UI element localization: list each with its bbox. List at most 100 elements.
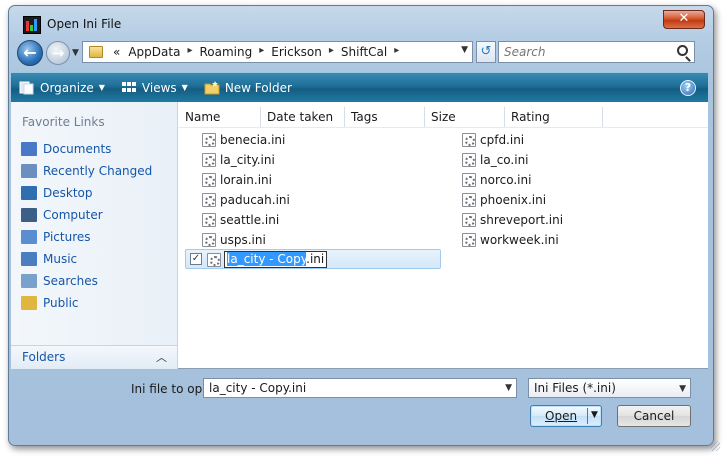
column-header-date-taken[interactable]: Date taken <box>261 107 345 127</box>
address-dropdown-icon[interactable]: ▼ <box>461 45 468 55</box>
file-item[interactable]: lorain.ini <box>201 170 272 189</box>
cancel-button[interactable]: Cancel <box>617 405 691 427</box>
recently-changed-icon <box>21 164 37 178</box>
file-name: cpfd.ini <box>480 132 525 147</box>
file-item[interactable]: la_city.ini <box>201 150 275 169</box>
app-icon <box>23 16 41 34</box>
pictures-icon <box>21 230 37 244</box>
column-header-size[interactable]: Size <box>425 107 505 127</box>
file-item[interactable]: norco.ini <box>461 170 531 189</box>
open-label: Open <box>545 409 578 423</box>
split-divider <box>587 408 588 424</box>
file-name: workweek.ini <box>480 232 559 247</box>
command-toolbar: Organize ▼ Views ▼ New Folder ? <box>11 72 708 102</box>
file-item[interactable]: shreveport.ini <box>461 210 563 229</box>
file-item[interactable]: phoenix.ini <box>461 190 546 209</box>
title-bar[interactable]: Open Ini File ✕ <box>9 6 713 36</box>
favorite-recently-changed[interactable]: Recently Changed <box>21 160 152 182</box>
search-input[interactable] <box>502 44 662 60</box>
breadcrumb: « AppData ▸ Roaming ▸ Erickson ▸ ShiftCa… <box>109 45 402 59</box>
desktop-icon <box>21 186 37 200</box>
folders-toggle[interactable]: Folders ︿ <box>11 345 177 369</box>
chevron-up-icon[interactable]: ︿ <box>156 349 167 365</box>
ini-file-icon <box>461 172 476 187</box>
favorite-pictures[interactable]: Pictures <box>21 226 152 248</box>
resize-grip[interactable] <box>710 441 720 451</box>
music-icon <box>21 252 37 266</box>
favorite-label: Recently Changed <box>43 164 153 178</box>
help-icon[interactable]: ? <box>680 80 696 96</box>
refresh-button[interactable]: ↺ <box>476 41 496 63</box>
ini-file-icon <box>461 132 476 147</box>
navigation-pane: Favorite Links Documents Recently Change… <box>11 102 178 369</box>
ini-file-icon <box>201 212 216 227</box>
new-folder-button[interactable]: New Folder <box>196 73 300 102</box>
file-name-value: la_city - Copy.ini <box>209 381 307 395</box>
file-name-combobox[interactable]: la_city - Copy.ini ▼ <box>203 378 517 398</box>
address-bar[interactable]: « AppData ▸ Roaming ▸ Erickson ▸ ShiftCa… <box>82 41 473 63</box>
ini-file-icon <box>461 192 476 207</box>
new-folder-label: New Folder <box>224 80 292 95</box>
file-type-filter-select[interactable]: Ini Files (*.ini) ▼ <box>528 378 691 398</box>
file-name: la_city.ini <box>220 152 275 167</box>
file-item[interactable]: la_co.ini <box>461 150 529 169</box>
chevron-right-icon[interactable]: ▸ <box>256 45 267 59</box>
column-header-tags[interactable]: Tags <box>345 107 425 127</box>
file-item[interactable]: cpfd.ini <box>461 130 524 149</box>
breadcrumb-appdata[interactable]: AppData <box>124 45 184 59</box>
window-title: Open Ini File <box>47 17 122 31</box>
file-item-renaming[interactable]: ✓ la_city - Copy.ini <box>185 249 441 269</box>
content-area: Favorite Links Documents Recently Change… <box>11 102 708 369</box>
forward-button[interactable]: → <box>46 41 70 65</box>
back-button[interactable]: ← <box>17 40 43 66</box>
favorite-documents[interactable]: Documents <box>21 138 152 160</box>
ini-file-icon <box>201 152 216 167</box>
breadcrumb-overflow[interactable]: « <box>109 45 124 59</box>
file-item[interactable]: usps.ini <box>201 230 266 249</box>
item-checkbox[interactable]: ✓ <box>190 253 202 265</box>
organize-button[interactable]: Organize ▼ <box>11 73 113 102</box>
chevron-right-icon[interactable]: ▸ <box>184 45 195 59</box>
column-header-rating[interactable]: Rating <box>505 107 603 127</box>
favorite-public[interactable]: Public <box>21 292 152 314</box>
organize-icon <box>19 81 34 94</box>
rename-extension: .ini <box>306 252 325 266</box>
close-button[interactable]: ✕ <box>663 10 705 29</box>
recent-pages-dropdown-icon[interactable]: ▼ <box>72 48 79 58</box>
breadcrumb-erickson[interactable]: Erickson <box>267 45 326 59</box>
file-name: la_co.ini <box>480 152 529 167</box>
open-options-dropdown-icon[interactable]: ▼ <box>591 410 598 420</box>
organize-label: Organize <box>40 80 94 95</box>
favorite-desktop[interactable]: Desktop <box>21 182 152 204</box>
views-button[interactable]: Views ▼ <box>113 73 196 102</box>
chevron-right-icon[interactable]: ▸ <box>326 45 337 59</box>
file-item[interactable]: seattle.ini <box>201 210 279 229</box>
rename-input[interactable]: la_city - Copy.ini <box>224 251 328 268</box>
file-list: Name Date taken Tags Size Rating benecia… <box>179 102 708 369</box>
column-header-name[interactable]: Name <box>179 107 261 127</box>
chevron-right-icon[interactable]: ▸ <box>391 45 402 59</box>
views-icon <box>121 81 136 92</box>
favorite-music[interactable]: Music <box>21 248 152 270</box>
favorite-label: Computer <box>43 208 103 222</box>
folder-icon <box>89 46 103 58</box>
chevron-down-icon[interactable]: ▼ <box>679 380 686 398</box>
ini-file-icon <box>201 232 216 247</box>
chevron-down-icon[interactable]: ▼ <box>505 379 512 397</box>
documents-icon <box>21 142 37 156</box>
favorite-searches[interactable]: Searches <box>21 270 152 292</box>
file-item[interactable]: paducah.ini <box>201 190 290 209</box>
open-button[interactable]: Open ▼ <box>530 405 602 427</box>
search-box[interactable] <box>498 41 695 63</box>
file-name: usps.ini <box>220 232 266 247</box>
breadcrumb-roaming[interactable]: Roaming <box>195 45 256 59</box>
favorite-computer[interactable]: Computer <box>21 204 152 226</box>
breadcrumb-shiftcal[interactable]: ShiftCal <box>337 45 391 59</box>
searches-icon <box>21 274 37 288</box>
search-icon[interactable] <box>677 45 688 56</box>
file-item[interactable]: workweek.ini <box>461 230 559 249</box>
folders-label: Folders <box>22 350 66 364</box>
file-type-filter-value: Ini Files (*.ini) <box>534 381 616 395</box>
rename-selected-text: la_city - Copy <box>227 252 307 266</box>
file-item[interactable]: benecia.ini <box>201 130 285 149</box>
